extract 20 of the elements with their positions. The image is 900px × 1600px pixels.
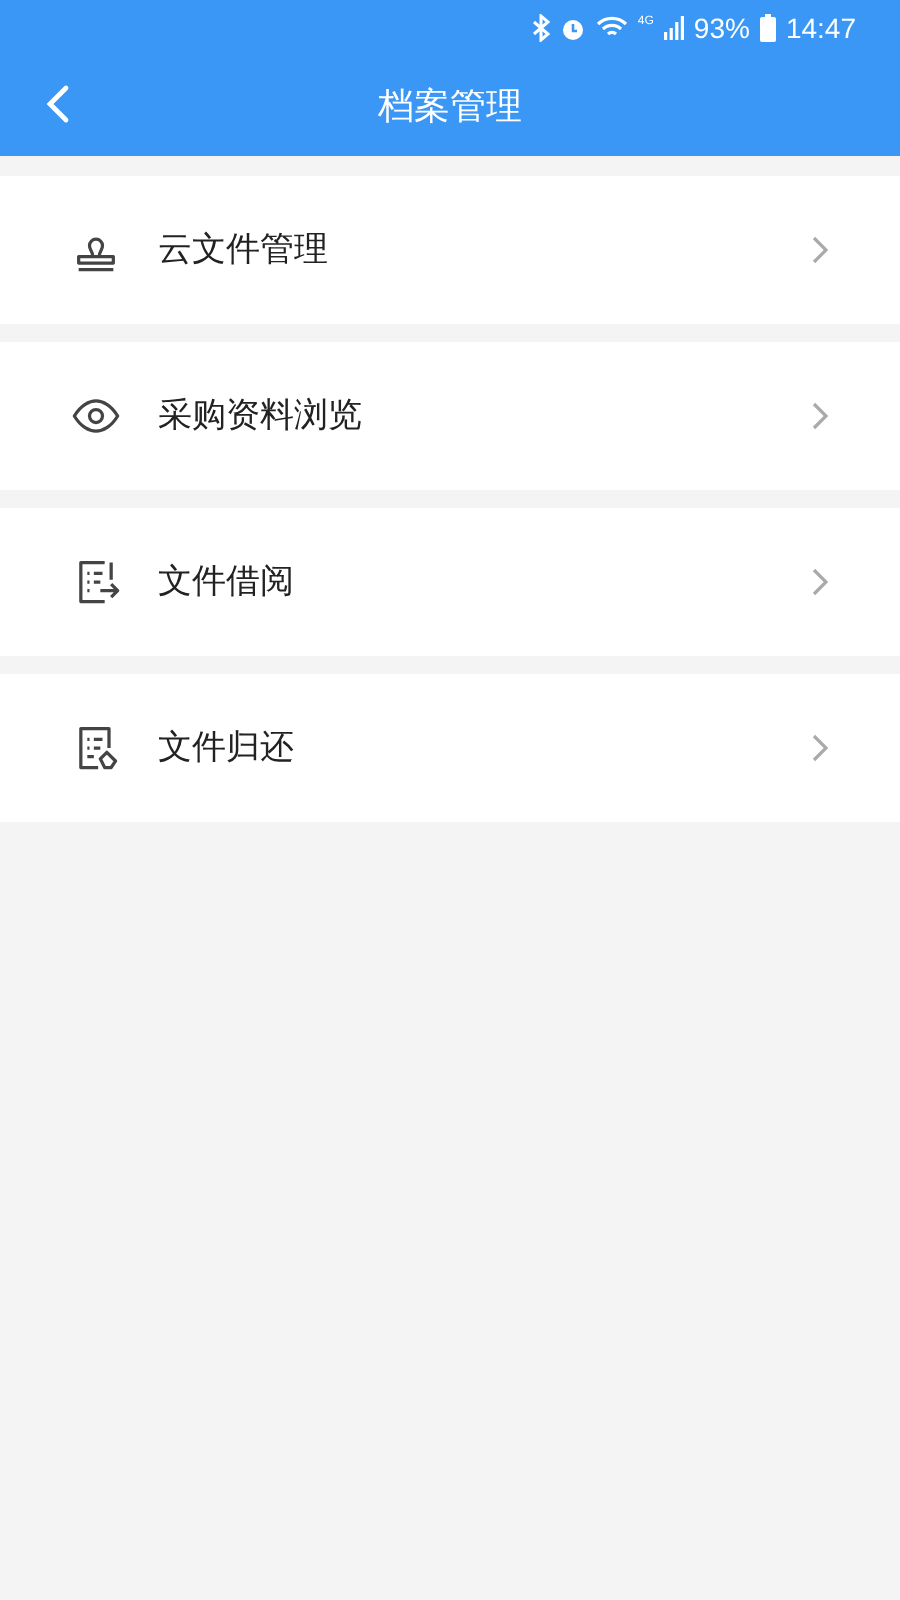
battery-icon <box>759 14 776 42</box>
menu-item[interactable]: 文件借阅 <box>0 508 900 656</box>
battery-percent: 93% <box>693 9 750 47</box>
chevron-right-icon <box>812 734 828 762</box>
chevron-right-icon <box>812 236 828 264</box>
menu-item[interactable]: 文件归还 <box>0 674 900 822</box>
menu-item[interactable]: 采购资料浏览 <box>0 342 900 490</box>
menu-item-label: 采购资料浏览 <box>158 394 364 439</box>
chevron-right-icon <box>812 402 828 430</box>
alarm-icon <box>559 15 586 41</box>
chevron-right-icon <box>812 568 828 596</box>
menu-item-label: 文件归还 <box>158 726 296 771</box>
menu-item-label: 云文件管理 <box>158 228 330 273</box>
menu-item[interactable]: 云文件管理 <box>0 176 900 324</box>
signal-icon <box>663 16 684 40</box>
menu-item-label: 文件借阅 <box>158 560 296 605</box>
bluetooth-icon <box>531 14 550 42</box>
wifi-icon <box>595 16 628 40</box>
clock: 14:47 <box>785 9 856 47</box>
page-title: 档案管理 <box>378 83 522 129</box>
